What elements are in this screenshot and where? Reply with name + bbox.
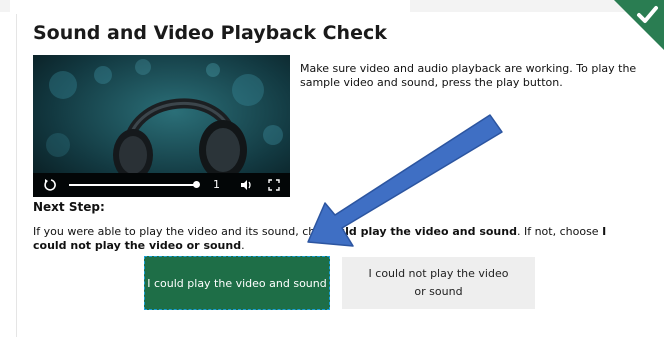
annotation-arrow (307, 114, 503, 247)
playback-check-card: Sound and Video Playback Check 1 Make su… (0, 0, 664, 337)
